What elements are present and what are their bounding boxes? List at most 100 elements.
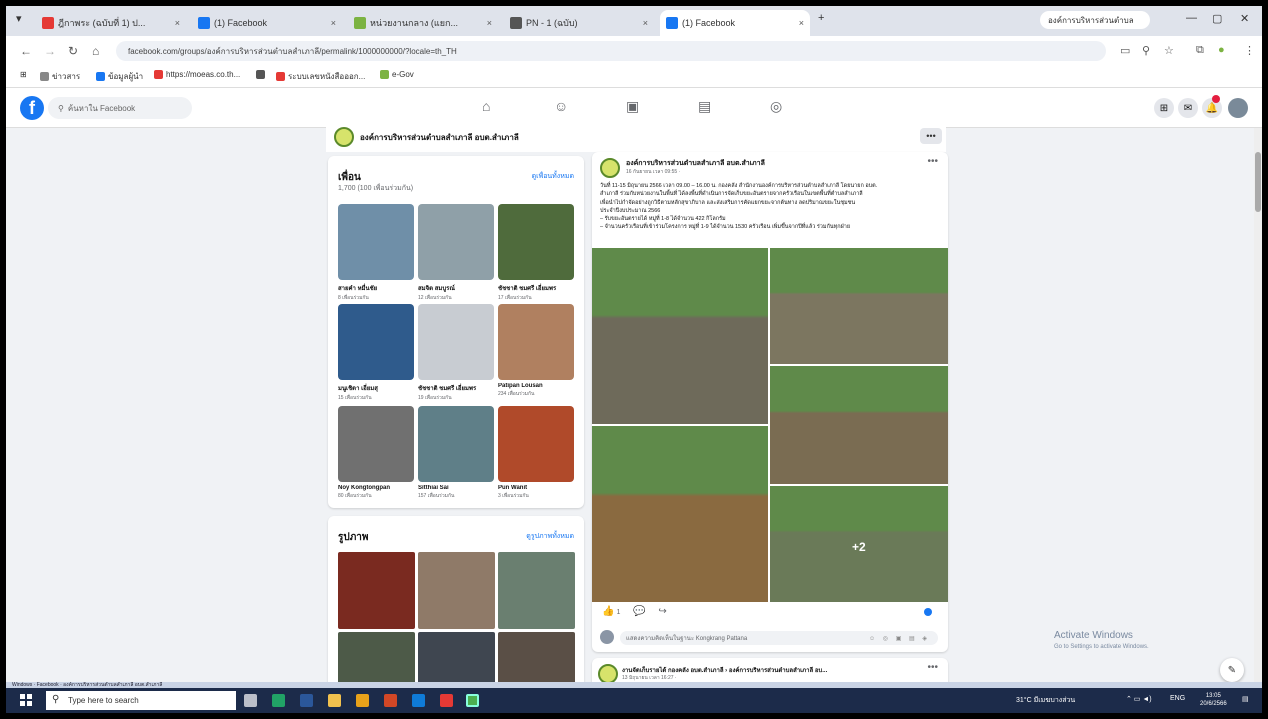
minimize-icon[interactable]: — — [1186, 12, 1197, 24]
messenger-icon[interactable]: ✉ — [1178, 98, 1198, 118]
share-icon[interactable]: ↪ — [658, 606, 666, 617]
marketplace-nav-icon[interactable]: ▤ — [698, 98, 711, 115]
browser-tab[interactable]: ฎีกาพระ (ฉบับที่ 1) ป... × — [36, 10, 186, 36]
friend-photo[interactable] — [418, 406, 494, 482]
friend-item[interactable]: Sitthiai Sai 157 เพื่อนร่วมกัน — [418, 406, 494, 500]
post-image[interactable] — [770, 366, 948, 484]
friend-name[interactable]: ชัชชาติ ชมศรี เอี่ยมพร — [418, 383, 494, 393]
post-image[interactable] — [592, 248, 768, 424]
forward-icon[interactable]: → — [44, 44, 56, 58]
friends-nav-icon[interactable]: ☺ — [554, 98, 568, 114]
star-icon[interactable]: ☆ — [1164, 44, 1174, 57]
friend-photo[interactable] — [498, 304, 574, 380]
zoom-icon[interactable]: ⚲ — [1142, 44, 1150, 57]
weather-widget[interactable]: 31°C มีเมฆบางส่วน — [1016, 695, 1075, 706]
friend-name[interactable]: Noy Kongtongpan — [338, 485, 414, 491]
notification-center-icon[interactable]: ▤ — [1242, 695, 1249, 703]
scrollbar-thumb[interactable] — [1255, 152, 1261, 212]
photo-thumbnail[interactable] — [418, 552, 495, 629]
friend-photo[interactable] — [498, 406, 574, 482]
clock[interactable]: 13:05 20/6/2566 — [1200, 692, 1227, 708]
post-timestamp[interactable]: 13 มิถุนายน เวลา 16:27 · — [622, 674, 677, 682]
bookmark-item[interactable] — [256, 70, 268, 79]
pdf-reader-icon[interactable] — [440, 694, 453, 707]
file-explorer-icon[interactable] — [328, 694, 341, 707]
friend-item[interactable]: Noy Kongtongpan 80 เพื่อนร่วมกัน — [338, 406, 414, 500]
facebook-search-input[interactable]: ⚲ ค้นหาใน Facebook — [48, 97, 192, 119]
home-icon[interactable]: ⌂ — [92, 44, 99, 58]
chrome-active-icon[interactable] — [466, 694, 479, 707]
language-indicator[interactable]: ENG — [1170, 695, 1185, 702]
post-image[interactable] — [592, 426, 768, 602]
group-logo[interactable] — [334, 127, 354, 147]
browser-tab[interactable]: หน่วยงานกลาง (แยก... × — [348, 10, 498, 36]
more-options-icon[interactable]: ••• — [927, 662, 938, 673]
friend-item[interactable]: ชัชชาติ ชมศรี เอี่ยมพร 17 เพื่อนร่วมกัน — [498, 204, 574, 302]
taskbar-search-input[interactable]: ⚲ Type here to search — [46, 691, 236, 710]
close-icon[interactable]: × — [331, 18, 336, 28]
friend-item[interactable]: Pun Wanit 3 เพื่อนร่วมกัน — [498, 406, 574, 500]
back-icon[interactable]: ← — [20, 44, 32, 58]
facebook-logo-icon[interactable]: f — [20, 96, 44, 120]
apps-icon[interactable]: ⊞ — [20, 70, 27, 79]
privacy-icon[interactable] — [924, 608, 932, 616]
more-options-icon[interactable]: ••• — [927, 156, 938, 167]
menu-icon[interactable]: ⋮ — [1244, 44, 1255, 57]
edge-icon[interactable] — [412, 694, 425, 707]
comment-tools-icon[interactable]: ☺ ◎ ▣ ▤ ◈ — [869, 635, 930, 642]
maximize-icon[interactable]: ▢ — [1212, 12, 1222, 25]
friend-photo[interactable] — [418, 204, 494, 280]
friend-photo[interactable] — [418, 304, 494, 380]
reload-icon[interactable]: ↻ — [68, 44, 78, 58]
windows-start-icon[interactable] — [20, 694, 32, 706]
friend-name[interactable]: สมจิต สมบูรณ์ — [418, 283, 494, 293]
bookmark-item[interactable]: ข้อมูลผู้นำ — [96, 70, 143, 83]
cast-icon[interactable]: ▭ — [1120, 44, 1130, 57]
post-timestamp[interactable]: 16 กันยายน เวลา 09:55 · — [626, 168, 680, 176]
chrome-icon[interactable] — [356, 694, 369, 707]
photo-thumbnail[interactable] — [498, 552, 575, 629]
friend-photo[interactable] — [498, 204, 574, 280]
watch-nav-icon[interactable]: ▣ — [626, 98, 639, 115]
friend-name[interactable]: Pun Wanit — [498, 485, 574, 491]
see-all-photos-link[interactable]: ดูรูปภาพทั้งหมด — [526, 531, 574, 542]
browser-tab[interactable]: PN - 1 (ฉบับ) × — [504, 10, 654, 36]
friend-name[interactable]: สายคำ หมื่นชัย — [338, 283, 414, 293]
post-image[interactable] — [770, 248, 948, 364]
bookmark-item[interactable]: https://moeas.co.th... — [154, 70, 240, 79]
bookmark-item[interactable]: ข่าวสาร — [40, 70, 80, 83]
friend-name[interactable]: Sitthiai Sai — [418, 485, 494, 491]
see-all-friends-link[interactable]: ดูเพื่อนทั้งหมด — [532, 171, 574, 182]
home-nav-icon[interactable]: ⌂ — [482, 98, 490, 114]
close-icon[interactable]: × — [643, 18, 648, 28]
close-window-icon[interactable]: ✕ — [1240, 12, 1249, 25]
bookmark-item[interactable]: e-Gov — [380, 70, 414, 79]
close-icon[interactable]: × — [487, 18, 492, 28]
friend-item[interactable]: สายคำ หมื่นชัย 8 เพื่อนร่วมกัน — [338, 204, 414, 302]
powerpoint-icon[interactable] — [384, 694, 397, 707]
comment-icon[interactable]: 💬 — [633, 606, 645, 617]
friend-item[interactable]: สมจิต สมบูรณ์ 12 เพื่อนร่วมกัน — [418, 204, 494, 302]
scrollbar[interactable] — [1254, 128, 1262, 691]
profile-pill[interactable]: องค์การบริหารส่วนตำบล — [1040, 11, 1150, 29]
close-icon[interactable]: × — [175, 18, 180, 28]
avatar-icon[interactable]: ● — [1218, 44, 1225, 56]
browser-tab[interactable]: (1) Facebook × — [192, 10, 342, 36]
new-message-icon[interactable]: ✎ — [1220, 658, 1244, 682]
browser-tab-active[interactable]: (1) Facebook × — [660, 10, 810, 36]
post-author-avatar[interactable] — [600, 158, 620, 178]
group-name[interactable]: องค์การบริหารส่วนตำบลสำเภาลี อบต.สำเภาลี — [360, 131, 519, 144]
friend-item[interactable]: มนูเชิดา เอี่ยมสุ 15 เพื่อนร่วมกัน — [338, 304, 414, 402]
bookmark-item[interactable]: ระบบเลขหนังสือออก... — [276, 70, 365, 83]
post-author-avatar[interactable] — [598, 664, 618, 684]
tab-search-icon[interactable]: ▾ — [16, 12, 22, 25]
friend-name[interactable]: มนูเชิดา เอี่ยมสุ — [338, 383, 414, 393]
like-icon[interactable]: 👍 — [602, 606, 614, 617]
friend-name[interactable]: ชัชชาติ ชมศรี เอี่ยมพร — [498, 283, 574, 293]
menu-grid-icon[interactable]: ⊞ — [1154, 98, 1174, 118]
groups-nav-icon[interactable]: ◎ — [770, 98, 782, 115]
comment-input[interactable]: แสดงความคิดเห็นในฐานะ Kongkrang Pattana … — [620, 631, 938, 645]
profile-avatar[interactable] — [1228, 98, 1248, 118]
more-photos-label[interactable]: +2 — [852, 540, 866, 554]
friend-photo[interactable] — [338, 406, 414, 482]
